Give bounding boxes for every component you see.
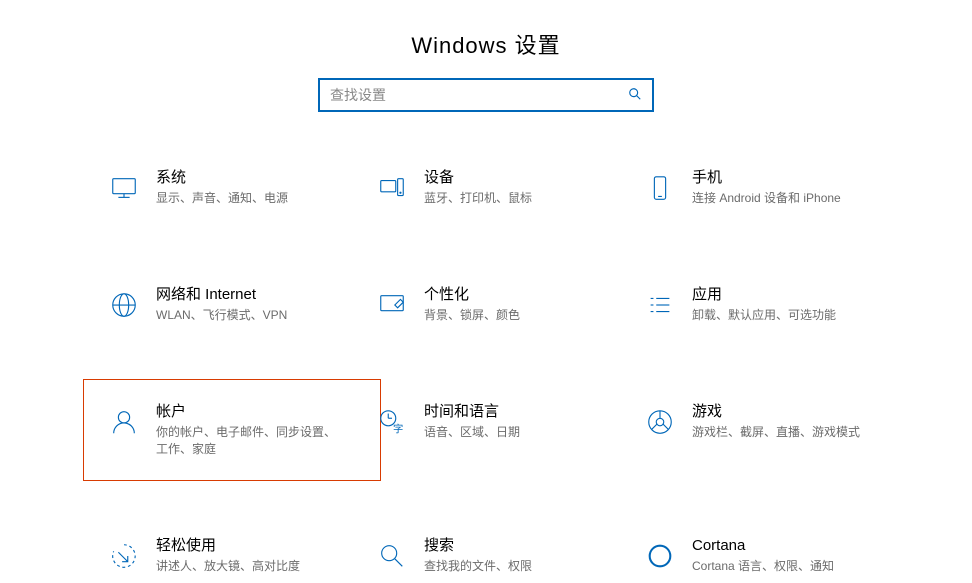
tile-personalization[interactable]: 个性化 背景、锁屏、颜色	[366, 277, 634, 332]
personalization-icon	[374, 287, 410, 323]
search-input[interactable]	[330, 87, 628, 103]
tile-desc: 显示、声音、通知、电源	[156, 190, 288, 207]
tile-desc: Cortana 语言、权限、通知	[692, 558, 834, 575]
tile-desc: 讲述人、放大镜、高对比度	[156, 558, 300, 575]
tile-ease-of-access[interactable]: 轻松使用 讲述人、放大镜、高对比度	[98, 528, 366, 583]
accounts-icon	[106, 404, 142, 440]
tile-label: 手机	[692, 168, 841, 188]
tile-desc: 游戏栏、截屏、直播、游戏模式	[692, 424, 860, 441]
tile-label: Cortana	[692, 536, 834, 556]
ease-of-access-icon	[106, 538, 142, 574]
tile-label: 网络和 Internet	[156, 285, 287, 305]
tile-devices[interactable]: 设备 蓝牙、打印机、鼠标	[366, 160, 634, 215]
tile-gaming[interactable]: 游戏 游戏栏、截屏、直播、游戏模式	[634, 394, 902, 466]
tile-desc: 连接 Android 设备和 iPhone	[692, 190, 841, 207]
tile-desc: 背景、锁屏、颜色	[424, 307, 520, 324]
search-box[interactable]	[318, 78, 654, 112]
tile-label: 搜索	[424, 536, 532, 556]
tile-label: 游戏	[692, 402, 860, 422]
tile-desc: 蓝牙、打印机、鼠标	[424, 190, 532, 207]
network-icon	[106, 287, 142, 323]
page-title: Windows 设置	[0, 0, 972, 78]
tile-label: 应用	[692, 285, 836, 305]
tile-label: 个性化	[424, 285, 520, 305]
search-icon[interactable]	[628, 87, 642, 104]
gaming-icon	[642, 404, 678, 440]
tile-search[interactable]: 搜索 查找我的文件、权限	[366, 528, 634, 583]
system-icon	[106, 170, 142, 206]
cortana-icon	[642, 538, 678, 574]
settings-grid: 系统 显示、声音、通知、电源 设备 蓝牙、打印机、鼠标 手机 连接 Androi…	[0, 160, 972, 583]
tile-phone[interactable]: 手机 连接 Android 设备和 iPhone	[634, 160, 902, 215]
tile-apps[interactable]: 应用 卸载、默认应用、可选功能	[634, 277, 902, 332]
search-container	[0, 78, 972, 112]
tile-label: 帐户	[156, 402, 346, 422]
tile-desc: 语音、区域、日期	[424, 424, 520, 441]
tile-label: 系统	[156, 168, 288, 188]
tile-label: 时间和语言	[424, 402, 520, 422]
phone-icon	[642, 170, 678, 206]
tile-label: 设备	[424, 168, 532, 188]
tile-desc: 查找我的文件、权限	[424, 558, 532, 575]
tile-desc: 卸载、默认应用、可选功能	[692, 307, 836, 324]
tile-cortana[interactable]: Cortana Cortana 语言、权限、通知	[634, 528, 902, 583]
svg-text:字: 字	[393, 422, 403, 435]
apps-icon	[642, 287, 678, 323]
search-tile-icon	[374, 538, 410, 574]
tile-label: 轻松使用	[156, 536, 300, 556]
tile-desc: 你的帐户、电子邮件、同步设置、工作、家庭	[156, 424, 346, 458]
time-language-icon: 字	[374, 404, 410, 440]
tile-time-language[interactable]: 字 时间和语言 语音、区域、日期	[366, 394, 634, 466]
tile-desc: WLAN、飞行模式、VPN	[156, 307, 287, 324]
tile-system[interactable]: 系统 显示、声音、通知、电源	[98, 160, 366, 215]
devices-icon	[374, 170, 410, 206]
tile-network[interactable]: 网络和 Internet WLAN、飞行模式、VPN	[98, 277, 366, 332]
tile-accounts[interactable]: 帐户 你的帐户、电子邮件、同步设置、工作、家庭	[98, 394, 366, 466]
